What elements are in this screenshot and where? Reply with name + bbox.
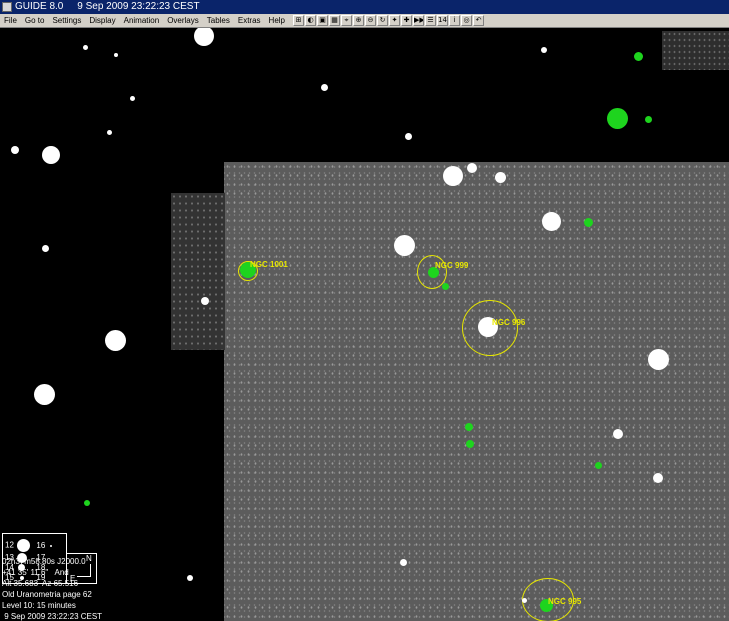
compass-north-line (90, 564, 91, 577)
info-level: Level 10: 15 minutes (2, 601, 76, 610)
info-datetime: 9 Sep 2009 23:22:23 CEST (2, 612, 103, 621)
star[interactable] (105, 330, 126, 351)
menu-bar: File Go to Settings Display Animation Ov… (0, 14, 729, 28)
star[interactable] (321, 84, 328, 91)
star[interactable] (495, 172, 506, 183)
telescope-icon[interactable]: ⌖ (341, 15, 352, 26)
highlighted-star[interactable] (84, 500, 90, 506)
highlighted-star[interactable] (584, 218, 593, 227)
star[interactable] (130, 96, 135, 101)
fast-forward-icon[interactable]: ▶▶ (413, 15, 424, 26)
menu-goto[interactable]: Go to (21, 14, 49, 28)
legend-mag-label: 12 (5, 540, 14, 550)
menu-animation[interactable]: Animation (120, 14, 164, 28)
target-icon[interactable]: ◎ (461, 15, 472, 26)
star[interactable] (613, 429, 623, 439)
star[interactable] (653, 473, 663, 483)
menu-tables[interactable]: Tables (203, 14, 234, 28)
star[interactable] (42, 146, 60, 164)
highlighted-star[interactable] (595, 462, 602, 469)
star[interactable] (114, 53, 118, 57)
star[interactable] (542, 212, 561, 231)
star[interactable] (201, 297, 209, 305)
info-atlas-page: Old Uranometria page 62 (2, 590, 92, 599)
highlighted-star[interactable] (645, 116, 652, 123)
highlighted-star[interactable] (466, 440, 474, 448)
dss-image-main (224, 162, 729, 621)
star[interactable] (107, 130, 112, 135)
galaxy-label-ngc1001[interactable]: NGC 1001 (250, 260, 288, 269)
menu-settings[interactable]: Settings (48, 14, 85, 28)
menu-overlays[interactable]: Overlays (163, 14, 203, 28)
star[interactable] (187, 575, 193, 581)
undo-icon[interactable]: ↶ (473, 15, 484, 26)
star[interactable] (83, 45, 88, 50)
grid-icon[interactable]: ⊞ (293, 15, 304, 26)
window-title: GUIDE 8.0 9 Sep 2009 23:22:23 CEST (15, 1, 200, 12)
star[interactable] (400, 559, 407, 566)
dss-image-topright (662, 31, 729, 70)
sky-chart[interactable]: NGC 1001 NGC 999 NGC 996 NGC 995 12 16 1… (0, 28, 729, 621)
globe-icon[interactable]: ◐ (305, 15, 316, 26)
galaxy-label-ngc999[interactable]: NGC 999 (435, 261, 468, 270)
menu-extras[interactable]: Extras (234, 14, 265, 28)
compass-east-line (77, 576, 90, 577)
list-icon[interactable]: ☰ (425, 15, 436, 26)
compass-north-label: N (86, 554, 92, 563)
info-icon[interactable]: i (449, 15, 460, 26)
zoom-out-icon[interactable]: ⊖ (365, 15, 376, 26)
legend-star-icon (49, 544, 52, 547)
dss-image-left (171, 193, 225, 350)
title-bar: GUIDE 8.0 9 Sep 2009 23:22:23 CEST (0, 0, 729, 14)
star[interactable] (541, 47, 547, 53)
star-icon[interactable]: ✦ (389, 15, 400, 26)
info-altaz: Alt 35.683 Az 65.516 (2, 579, 79, 588)
star[interactable] (194, 28, 214, 46)
star[interactable] (11, 146, 19, 154)
highlighted-star[interactable] (465, 423, 473, 431)
highlighted-star[interactable] (607, 108, 628, 129)
galaxy-label-ngc995[interactable]: NGC 995 (548, 597, 581, 606)
menu-help[interactable]: Help (265, 14, 289, 28)
app-icon[interactable] (2, 2, 12, 12)
info-dec: +41 35' 11.6" And (2, 568, 69, 577)
camera-icon[interactable]: ▦ (329, 15, 340, 26)
cross-icon[interactable]: ✚ (401, 15, 412, 26)
star[interactable] (405, 133, 412, 140)
menu-file[interactable]: File (0, 14, 21, 28)
star[interactable] (522, 598, 527, 603)
legend-mag-label: 16 (36, 540, 46, 550)
info-ra: 02h37m58.80s J2000.0 (2, 557, 86, 566)
star[interactable] (42, 245, 49, 252)
galaxy-label-ngc996[interactable]: NGC 996 (492, 318, 525, 327)
toolbar: ⊞ ◐ ▣ ▦ ⌖ ⊕ ⊖ ↻ ✦ ✚ ▶▶ ☰ 14 i ◎ ↶ (293, 15, 485, 26)
highlighted-star[interactable] (634, 52, 643, 61)
legend-star-icon (17, 539, 31, 552)
level-icon[interactable]: 14 (437, 15, 448, 26)
zoom-in-icon[interactable]: ⊕ (353, 15, 364, 26)
menu-display[interactable]: Display (85, 14, 119, 28)
highlighted-star[interactable] (442, 283, 449, 290)
star[interactable] (467, 163, 477, 173)
legend-row: 12 16 (5, 539, 65, 552)
image-icon[interactable]: ▣ (317, 15, 328, 26)
star[interactable] (34, 384, 55, 405)
star[interactable] (648, 349, 669, 370)
rotate-icon[interactable]: ↻ (377, 15, 388, 26)
star[interactable] (443, 166, 463, 186)
star[interactable] (394, 235, 415, 256)
